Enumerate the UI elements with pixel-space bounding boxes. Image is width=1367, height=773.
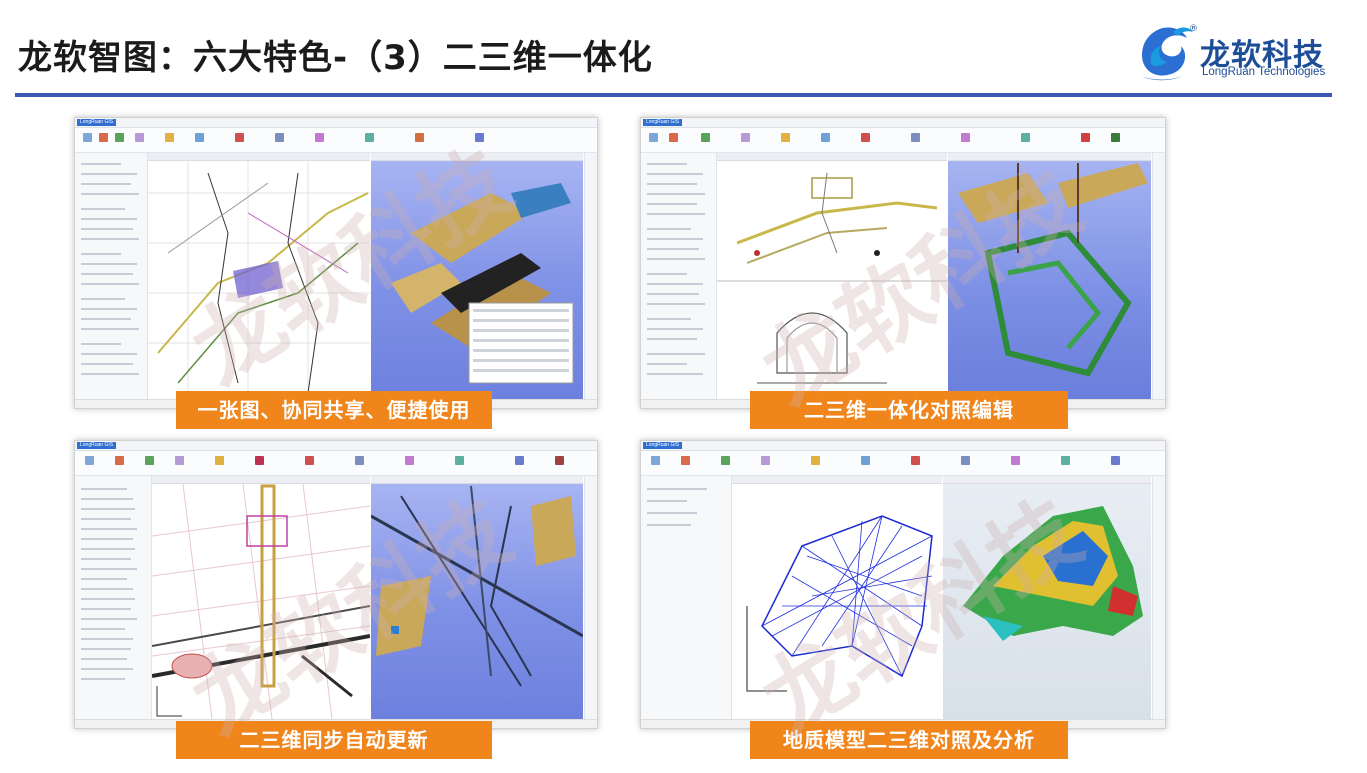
title-underline <box>15 93 1332 97</box>
scene-3d-view <box>943 476 1151 719</box>
dragon-logo-icon <box>1141 27 1193 81</box>
map-2d-view <box>732 476 942 719</box>
scene-3d-view <box>371 476 583 719</box>
property-pane <box>641 476 732 719</box>
map-2d-view <box>152 476 370 719</box>
window-titlebar: LongRuan GIS <box>641 441 1165 451</box>
screenshot-panel-3: LongRuan GIS <box>74 440 598 729</box>
side-toolbar <box>1152 153 1165 399</box>
scene-3d-drawing <box>963 506 1143 641</box>
screenshot-panel-2: LongRuan GIS <box>640 117 1166 409</box>
scene-3d-view <box>948 153 1151 399</box>
caption-panel-3: 二三维同步自动更新 <box>176 721 492 759</box>
app-tag: LongRuan GIS <box>77 442 117 449</box>
registered-mark: ® <box>1189 24 1198 34</box>
side-toolbar <box>1152 476 1165 719</box>
property-pane <box>641 153 717 399</box>
app-tag: LongRuan GIS <box>643 442 683 449</box>
ribbon-toolbar <box>75 451 597 476</box>
scene-3d-view <box>371 153 583 399</box>
map-2d-drawing <box>717 172 947 384</box>
window-titlebar: LongRuan GIS <box>641 118 1165 128</box>
app-tag: LongRuan GIS <box>77 119 117 126</box>
map-2d-view <box>717 153 947 399</box>
screenshot-panel-1: LongRuan GIS <box>74 117 598 409</box>
layer-tree-pane <box>75 476 152 719</box>
caption-panel-4: 地质模型二三维对照及分析 <box>750 721 1068 759</box>
caption-panel-2: 二三维一体化对照编辑 <box>750 391 1068 429</box>
property-pane <box>75 153 148 399</box>
scene-3d-drawing <box>391 183 574 384</box>
ribbon-toolbar <box>641 128 1165 153</box>
company-logo: ® 龙软科技 LongRuan Technologies <box>1133 18 1333 86</box>
window-titlebar: LongRuan GIS <box>75 118 597 128</box>
logo-english: LongRuan Technologies <box>1202 66 1326 78</box>
ribbon-toolbar <box>75 128 597 153</box>
app-tag: LongRuan GIS <box>643 119 683 126</box>
screenshot-panel-4: LongRuan GIS <box>640 440 1166 729</box>
map-2d-drawing <box>746 515 933 692</box>
map-2d-drawing <box>148 161 370 399</box>
side-toolbar <box>584 153 597 399</box>
side-toolbar <box>584 476 597 719</box>
slide-title: 龙软智图：六大特色-（3）二三维一体化 <box>18 38 653 78</box>
map-2d-drawing <box>152 476 370 719</box>
map-2d-view <box>148 153 370 399</box>
ribbon-toolbar <box>641 451 1165 476</box>
scene-3d-drawing <box>958 163 1148 377</box>
caption-panel-1: 一张图、协同共享、便捷使用 <box>176 391 492 429</box>
window-titlebar: LongRuan GIS <box>75 441 597 451</box>
scene-3d-drawing <box>371 485 583 687</box>
